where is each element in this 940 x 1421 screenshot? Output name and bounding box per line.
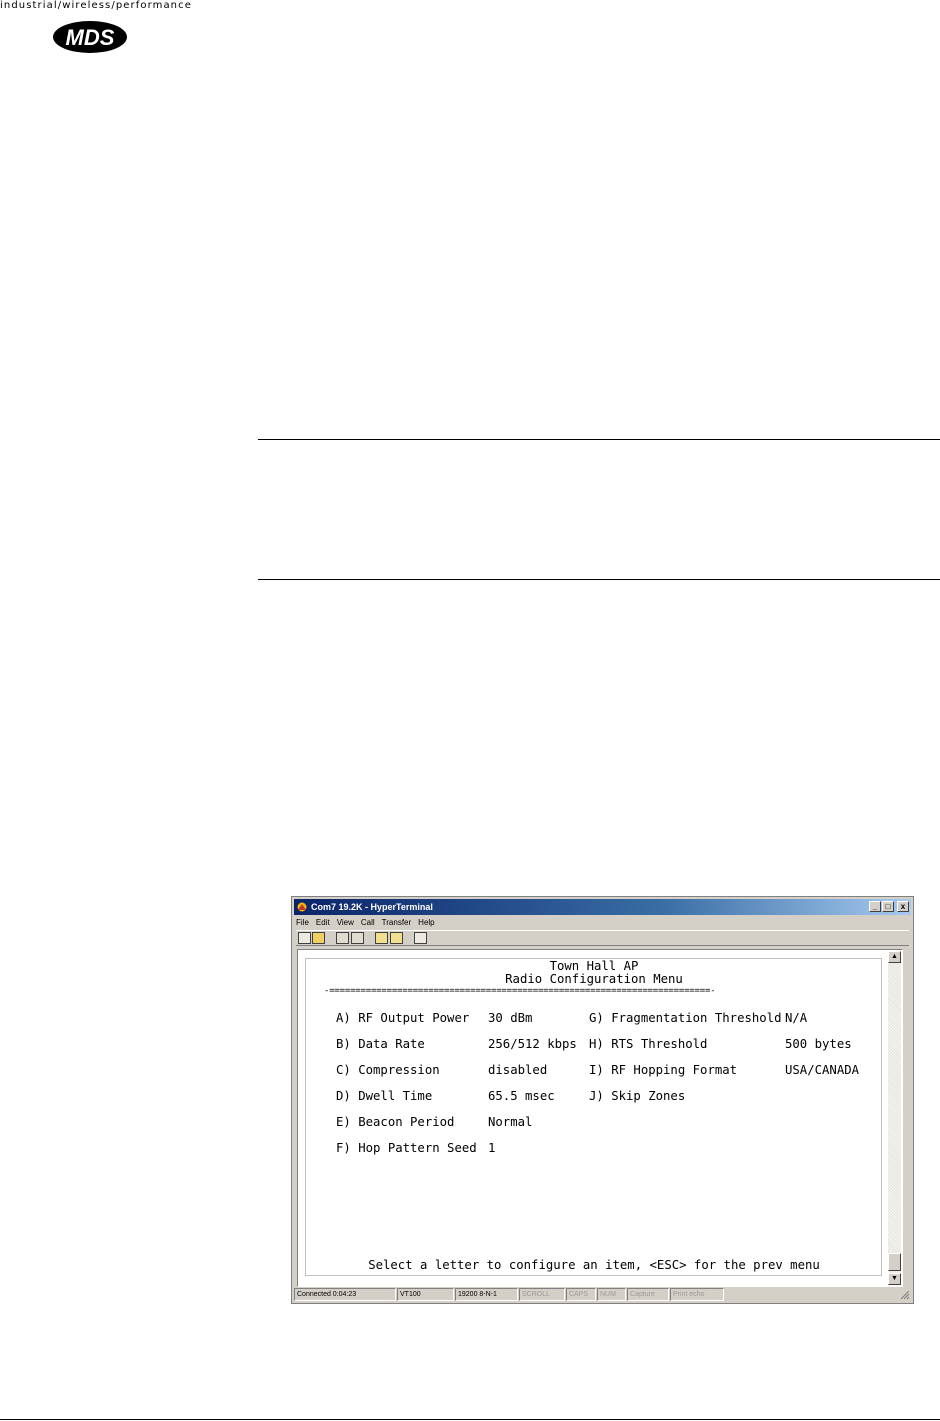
menu-item-b-value: 256/512 kbps [488,1037,577,1051]
status-emulation: VT100 [397,1288,454,1301]
menu-file[interactable]: File [296,916,309,929]
properties-icon[interactable] [414,932,427,944]
mds-logo: MDS [53,21,127,53]
scroll-thumb[interactable] [888,1253,901,1271]
new-icon[interactable] [298,932,311,944]
menu-item-d-label: D) Dwell Time [336,1089,433,1103]
menu-item-a-value: 30 dBm [488,1011,533,1025]
menu-item-d-value: 65.5 msec [488,1089,555,1103]
menu-item-e-value: Normal [488,1115,533,1129]
receive-icon[interactable] [390,932,403,944]
menu-item-a-label: A) RF Output Power [336,1011,470,1025]
menu-call[interactable]: Call [361,916,375,929]
menu-item-e-label: E) Beacon Period [336,1115,455,1129]
terminal-screen[interactable]: Town Hall AP Radio Configuration Menu -=… [300,952,888,1284]
terminal-frame: Town Hall AP Radio Configuration Menu -=… [297,949,903,1287]
menu-item-h-label: H) RTS Threshold [589,1037,708,1051]
menu-item-g-label: G) Fragmentation Threshold [589,1011,782,1025]
device-name: Town Hall AP [549,959,639,973]
resize-grip-icon[interactable] [900,1290,910,1300]
title-bar[interactable]: Com7 19.2K - HyperTerminal _ □ x [294,899,911,915]
section-rule-top [258,439,940,440]
menu-item-i-value: USA/CANADA [785,1063,860,1077]
close-button[interactable]: x [897,901,909,912]
logo-text: MDS [66,25,115,50]
open-icon[interactable] [312,932,325,944]
hyperterminal-window: Com7 19.2K - HyperTerminal _ □ x File Ed… [291,896,914,1304]
menu-item-f-label: F) Hop Pattern Seed [336,1141,477,1155]
maximize-button[interactable]: □ [882,901,894,912]
menu-item-j-label: J) Skip Zones [589,1089,686,1103]
menu-item-g-value: N/A [785,1011,808,1025]
menu-help[interactable]: Help [418,916,434,929]
status-num: NUM [597,1288,626,1301]
window-title: Com7 19.2K - HyperTerminal [311,902,433,912]
menu-bar: File Edit View Call Transfer Help [296,916,435,929]
brand-tagline: industrial/wireless/performance [0,0,192,11]
hyperterminal-icon [297,902,307,912]
menu-transfer[interactable]: Transfer [382,916,412,929]
menu-edit[interactable]: Edit [316,916,330,929]
page-bottom-rule [0,1419,940,1420]
status-connected: Connected 0:04:23 [294,1288,396,1301]
vertical-scrollbar[interactable]: ▲ ▼ [888,951,901,1285]
phone-icon[interactable] [336,932,349,944]
toolbar [296,930,909,946]
menu-item-c-label: C) Compression [336,1063,440,1077]
minimize-button[interactable]: _ [869,901,881,912]
terminal-prompt: Select a letter to configure an item, <E… [368,1258,820,1272]
send-icon[interactable] [375,932,388,944]
menu-item-h-value: 500 bytes [785,1037,852,1051]
section-rule-bottom [258,579,940,580]
status-bar: Connected 0:04:23 VT100 19200 8-N-1 SCRO… [294,1288,911,1301]
menu-item-b-label: B) Data Rate [336,1037,425,1051]
status-capture: Capture [627,1288,669,1301]
menu-separator: -=======================================… [324,986,716,996]
status-port-settings: 19200 8-N-1 [455,1288,518,1301]
status-scroll: SCROLL [519,1288,565,1301]
scroll-down-button[interactable]: ▼ [888,1273,901,1285]
disconnect-icon[interactable] [351,932,364,944]
menu-item-f-value: 1 [488,1141,496,1155]
status-caps: CAPS [566,1288,596,1301]
menu-item-i-label: I) RF Hopping Format [589,1063,738,1077]
menu-view[interactable]: View [337,916,354,929]
scroll-up-button[interactable]: ▲ [888,951,901,963]
status-print-echo: Print echo [670,1288,724,1301]
menu-item-c-value: disabled [488,1063,548,1077]
